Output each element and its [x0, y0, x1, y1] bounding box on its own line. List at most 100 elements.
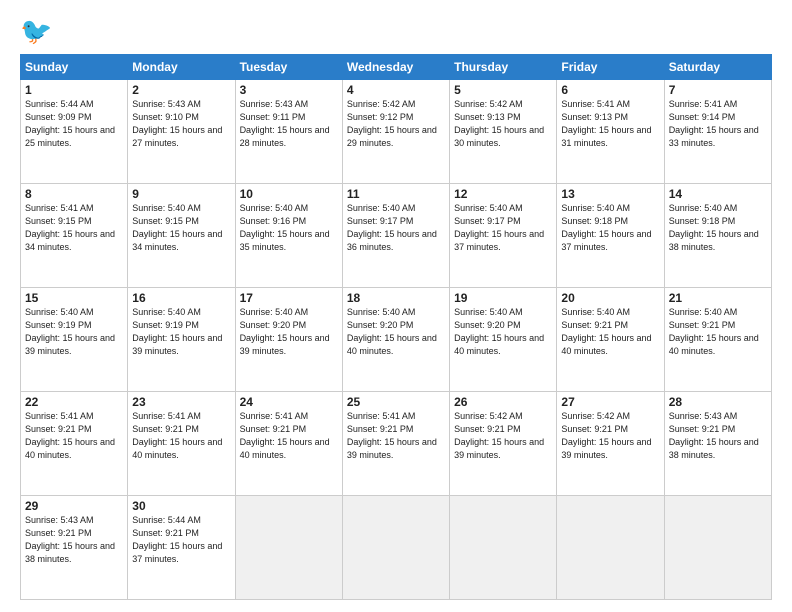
col-header-monday: Monday	[128, 55, 235, 80]
day-info: Sunrise: 5:41 AM Sunset: 9:21 PM Dayligh…	[240, 410, 338, 462]
calendar-cell	[664, 496, 771, 600]
day-number: 20	[561, 291, 659, 305]
day-info: Sunrise: 5:40 AM Sunset: 9:16 PM Dayligh…	[240, 202, 338, 254]
col-header-wednesday: Wednesday	[342, 55, 449, 80]
calendar-cell	[557, 496, 664, 600]
day-number: 16	[132, 291, 230, 305]
day-info: Sunrise: 5:42 AM Sunset: 9:12 PM Dayligh…	[347, 98, 445, 150]
day-info: Sunrise: 5:43 AM Sunset: 9:21 PM Dayligh…	[25, 514, 123, 566]
day-info: Sunrise: 5:44 AM Sunset: 9:21 PM Dayligh…	[132, 514, 230, 566]
day-info: Sunrise: 5:40 AM Sunset: 9:15 PM Dayligh…	[132, 202, 230, 254]
day-info: Sunrise: 5:40 AM Sunset: 9:19 PM Dayligh…	[132, 306, 230, 358]
calendar-cell: 29Sunrise: 5:43 AM Sunset: 9:21 PM Dayli…	[21, 496, 128, 600]
day-number: 15	[25, 291, 123, 305]
calendar-table: SundayMondayTuesdayWednesdayThursdayFrid…	[20, 54, 772, 600]
day-info: Sunrise: 5:40 AM Sunset: 9:21 PM Dayligh…	[669, 306, 767, 358]
day-info: Sunrise: 5:42 AM Sunset: 9:21 PM Dayligh…	[561, 410, 659, 462]
day-info: Sunrise: 5:40 AM Sunset: 9:21 PM Dayligh…	[561, 306, 659, 358]
day-number: 27	[561, 395, 659, 409]
day-number: 8	[25, 187, 123, 201]
day-number: 9	[132, 187, 230, 201]
day-number: 11	[347, 187, 445, 201]
calendar-cell: 9Sunrise: 5:40 AM Sunset: 9:15 PM Daylig…	[128, 184, 235, 288]
day-info: Sunrise: 5:41 AM Sunset: 9:21 PM Dayligh…	[25, 410, 123, 462]
day-number: 2	[132, 83, 230, 97]
calendar-cell	[342, 496, 449, 600]
calendar-cell: 19Sunrise: 5:40 AM Sunset: 9:20 PM Dayli…	[450, 288, 557, 392]
day-info: Sunrise: 5:43 AM Sunset: 9:10 PM Dayligh…	[132, 98, 230, 150]
calendar-week-4: 22Sunrise: 5:41 AM Sunset: 9:21 PM Dayli…	[21, 392, 772, 496]
day-number: 12	[454, 187, 552, 201]
day-info: Sunrise: 5:41 AM Sunset: 9:15 PM Dayligh…	[25, 202, 123, 254]
day-number: 25	[347, 395, 445, 409]
calendar-cell	[235, 496, 342, 600]
calendar-cell: 25Sunrise: 5:41 AM Sunset: 9:21 PM Dayli…	[342, 392, 449, 496]
logo: 🐦	[20, 18, 56, 44]
calendar-cell: 13Sunrise: 5:40 AM Sunset: 9:18 PM Dayli…	[557, 184, 664, 288]
day-number: 26	[454, 395, 552, 409]
calendar-cell: 10Sunrise: 5:40 AM Sunset: 9:16 PM Dayli…	[235, 184, 342, 288]
calendar-cell: 22Sunrise: 5:41 AM Sunset: 9:21 PM Dayli…	[21, 392, 128, 496]
calendar-cell: 7Sunrise: 5:41 AM Sunset: 9:14 PM Daylig…	[664, 80, 771, 184]
calendar-cell: 4Sunrise: 5:42 AM Sunset: 9:12 PM Daylig…	[342, 80, 449, 184]
day-info: Sunrise: 5:40 AM Sunset: 9:20 PM Dayligh…	[454, 306, 552, 358]
calendar-cell: 16Sunrise: 5:40 AM Sunset: 9:19 PM Dayli…	[128, 288, 235, 392]
calendar-week-1: 1Sunrise: 5:44 AM Sunset: 9:09 PM Daylig…	[21, 80, 772, 184]
col-header-friday: Friday	[557, 55, 664, 80]
logo-bird-icon: 🐦	[20, 18, 52, 44]
day-info: Sunrise: 5:40 AM Sunset: 9:17 PM Dayligh…	[454, 202, 552, 254]
calendar-cell: 27Sunrise: 5:42 AM Sunset: 9:21 PM Dayli…	[557, 392, 664, 496]
day-number: 10	[240, 187, 338, 201]
col-header-sunday: Sunday	[21, 55, 128, 80]
day-info: Sunrise: 5:44 AM Sunset: 9:09 PM Dayligh…	[25, 98, 123, 150]
day-number: 6	[561, 83, 659, 97]
day-info: Sunrise: 5:41 AM Sunset: 9:14 PM Dayligh…	[669, 98, 767, 150]
day-info: Sunrise: 5:40 AM Sunset: 9:19 PM Dayligh…	[25, 306, 123, 358]
day-info: Sunrise: 5:42 AM Sunset: 9:13 PM Dayligh…	[454, 98, 552, 150]
day-number: 28	[669, 395, 767, 409]
day-number: 17	[240, 291, 338, 305]
day-number: 30	[132, 499, 230, 513]
day-info: Sunrise: 5:40 AM Sunset: 9:18 PM Dayligh…	[561, 202, 659, 254]
calendar-week-5: 29Sunrise: 5:43 AM Sunset: 9:21 PM Dayli…	[21, 496, 772, 600]
calendar-cell: 15Sunrise: 5:40 AM Sunset: 9:19 PM Dayli…	[21, 288, 128, 392]
day-info: Sunrise: 5:40 AM Sunset: 9:20 PM Dayligh…	[347, 306, 445, 358]
col-header-saturday: Saturday	[664, 55, 771, 80]
calendar-cell: 6Sunrise: 5:41 AM Sunset: 9:13 PM Daylig…	[557, 80, 664, 184]
col-header-thursday: Thursday	[450, 55, 557, 80]
calendar-cell: 24Sunrise: 5:41 AM Sunset: 9:21 PM Dayli…	[235, 392, 342, 496]
col-header-tuesday: Tuesday	[235, 55, 342, 80]
header: 🐦	[20, 18, 772, 44]
calendar-week-3: 15Sunrise: 5:40 AM Sunset: 9:19 PM Dayli…	[21, 288, 772, 392]
calendar-cell: 17Sunrise: 5:40 AM Sunset: 9:20 PM Dayli…	[235, 288, 342, 392]
day-number: 14	[669, 187, 767, 201]
day-info: Sunrise: 5:42 AM Sunset: 9:21 PM Dayligh…	[454, 410, 552, 462]
day-number: 7	[669, 83, 767, 97]
calendar-cell: 26Sunrise: 5:42 AM Sunset: 9:21 PM Dayli…	[450, 392, 557, 496]
calendar-cell: 8Sunrise: 5:41 AM Sunset: 9:15 PM Daylig…	[21, 184, 128, 288]
day-number: 5	[454, 83, 552, 97]
calendar-cell: 1Sunrise: 5:44 AM Sunset: 9:09 PM Daylig…	[21, 80, 128, 184]
calendar-cell: 18Sunrise: 5:40 AM Sunset: 9:20 PM Dayli…	[342, 288, 449, 392]
day-info: Sunrise: 5:43 AM Sunset: 9:11 PM Dayligh…	[240, 98, 338, 150]
day-info: Sunrise: 5:41 AM Sunset: 9:21 PM Dayligh…	[347, 410, 445, 462]
day-number: 1	[25, 83, 123, 97]
page: 🐦 SundayMondayTuesdayWednesdayThursdayFr…	[0, 0, 792, 612]
calendar-cell	[450, 496, 557, 600]
calendar-week-2: 8Sunrise: 5:41 AM Sunset: 9:15 PM Daylig…	[21, 184, 772, 288]
day-number: 13	[561, 187, 659, 201]
day-number: 4	[347, 83, 445, 97]
calendar-cell: 28Sunrise: 5:43 AM Sunset: 9:21 PM Dayli…	[664, 392, 771, 496]
day-info: Sunrise: 5:41 AM Sunset: 9:21 PM Dayligh…	[132, 410, 230, 462]
day-number: 29	[25, 499, 123, 513]
day-info: Sunrise: 5:40 AM Sunset: 9:17 PM Dayligh…	[347, 202, 445, 254]
day-number: 18	[347, 291, 445, 305]
calendar-cell: 12Sunrise: 5:40 AM Sunset: 9:17 PM Dayli…	[450, 184, 557, 288]
day-info: Sunrise: 5:40 AM Sunset: 9:20 PM Dayligh…	[240, 306, 338, 358]
calendar-cell: 21Sunrise: 5:40 AM Sunset: 9:21 PM Dayli…	[664, 288, 771, 392]
day-info: Sunrise: 5:43 AM Sunset: 9:21 PM Dayligh…	[669, 410, 767, 462]
day-number: 22	[25, 395, 123, 409]
day-number: 3	[240, 83, 338, 97]
calendar-cell: 3Sunrise: 5:43 AM Sunset: 9:11 PM Daylig…	[235, 80, 342, 184]
calendar-cell: 23Sunrise: 5:41 AM Sunset: 9:21 PM Dayli…	[128, 392, 235, 496]
